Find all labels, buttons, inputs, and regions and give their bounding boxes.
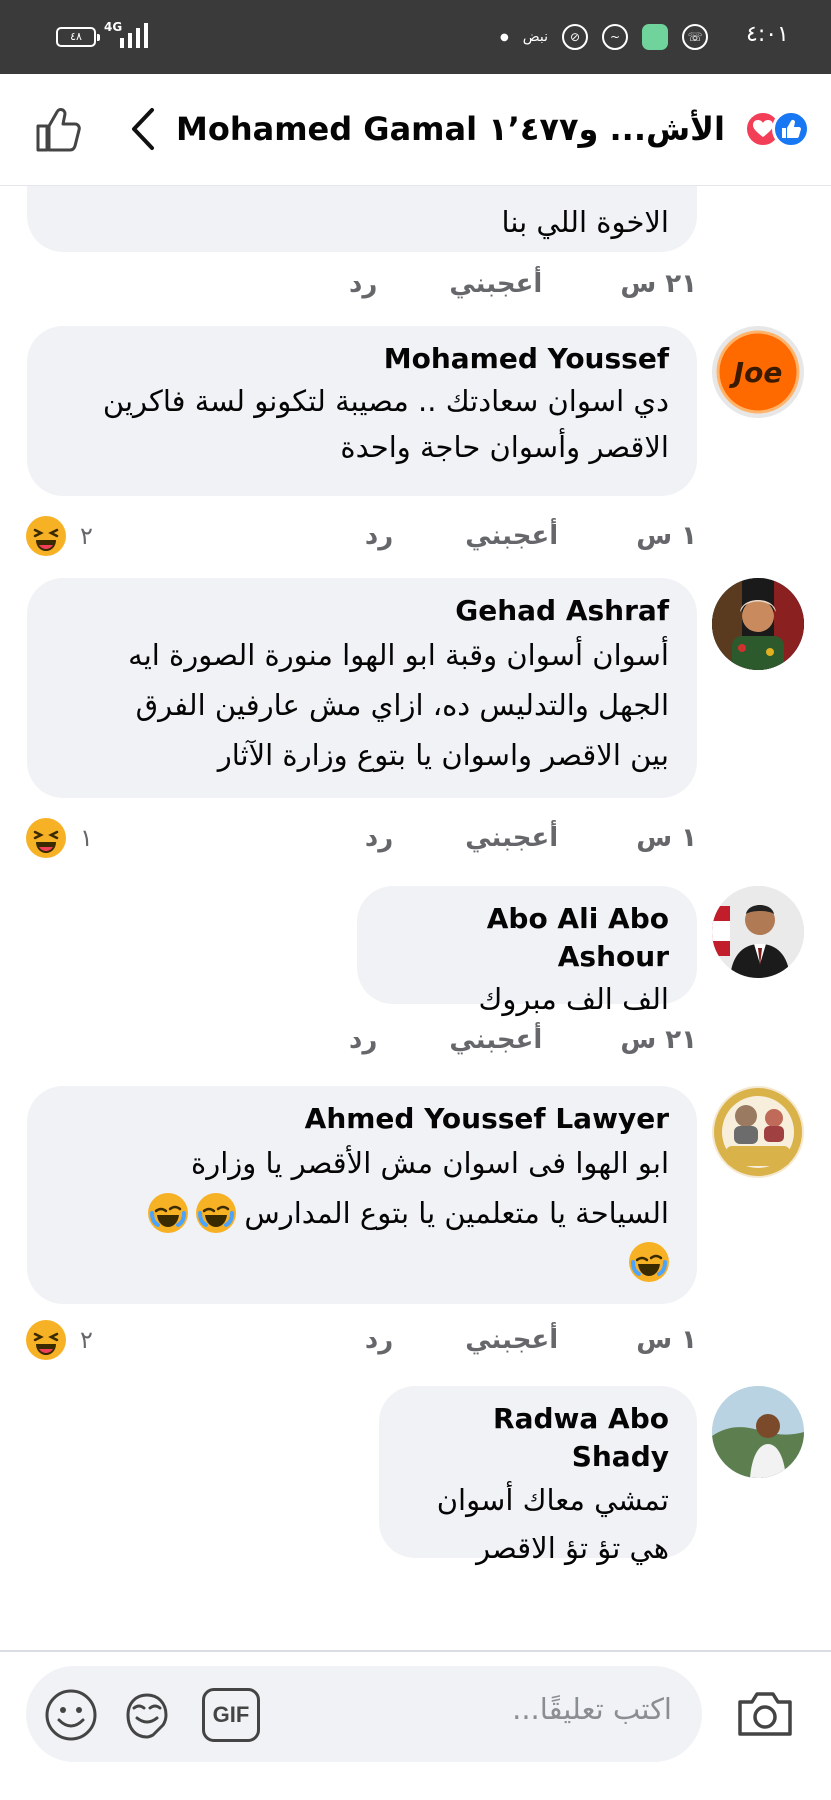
reaction-number: ٢ [80,522,93,550]
comment-author[interactable]: Ahmed Youssef Lawyer [57,1100,669,1138]
like-reaction-icon [772,110,810,148]
rofl-emoji-icon [196,1193,237,1233]
vpn-icon: ⊘ [562,24,589,50]
comment-bubble[interactable]: الاخوة اللي بنا [27,186,697,252]
comment-author[interactable]: Gehad Ashraf [57,592,669,630]
comment-text-line: السياحة يا متعلمين يا بتوع المدارس [244,1196,669,1230]
clock: ٤:٠١ [746,22,789,47]
comment-bubble[interactable]: Mohamed Youssef دي اسوان سعادتك .. مصيبة… [27,326,697,496]
gif-button[interactable]: GIF [202,1688,260,1742]
avatar[interactable] [712,578,804,670]
comment-time: ٢١ س [620,1025,697,1055]
reaction-count[interactable]: ٢ [26,1320,93,1360]
rofl-emoji-icon [629,1242,669,1282]
comment-placeholder: اكتب تعليقًا... [512,1692,672,1726]
avatar[interactable] [712,886,804,978]
comment-composer: GIF اكتب تعليقًا... [0,1650,831,1800]
status-bar: ٤٨ 4G ● نبض ⊘ ~ ☏ ٤:٠١ [0,0,831,74]
camera-icon[interactable] [736,1688,794,1738]
comment-text: الاخوة اللي بنا [501,205,669,239]
haha-reaction-icon [26,516,66,556]
rofl-emoji-icon [148,1193,189,1233]
dot-icon: ● [500,31,509,43]
page-title[interactable]: Mohamed Gamal من الأش... و١٬٤٧٧ [176,108,736,150]
comment-text-line: بين الاقصر واسوان يا بتوع وزارة الآثار [217,738,669,772]
comment-time: ١ س [636,823,697,853]
comment-bubble[interactable]: Gehad Ashraf أسوان أسوان وقبة ابو الهوا … [27,578,697,798]
comment-text-line: هي تؤ تؤ الاقصر [476,1531,669,1565]
comment-time: ٢١ س [620,269,697,299]
reaction-count[interactable]: ١ [26,818,93,858]
like-button[interactable]: أعجبني [449,269,542,299]
comment-bubble[interactable]: Ahmed Youssef Lawyer ابو الهوا فى اسوان … [27,1086,697,1304]
app-icon [642,24,669,50]
reply-button[interactable]: رد [365,521,393,551]
comment-bubble[interactable]: Radwa Abo Shady تمشي معاك أسوان هي تؤ تؤ… [379,1386,697,1565]
comment-actions: ٢١ س أعجبني رد [349,1020,697,1060]
comment-list: الاخوة اللي بنا ٢١ س أعجبني رد Joe Moham… [0,186,831,1650]
comment-time: ١ س [636,1325,697,1355]
like-button[interactable]: أعجبني [465,823,558,853]
comment-author[interactable]: Radwa Abo Shady [409,1400,669,1476]
like-button[interactable]: أعجبني [449,1025,542,1055]
like-button[interactable]: أعجبني [465,521,558,551]
avatar[interactable] [712,1086,804,1178]
comment-line-with-emoji: السياحة يا متعلمين يا بتوع المدارس [57,1188,669,1238]
whatsapp-icon: ☏ [682,24,709,50]
comment-time: ١ س [636,521,697,551]
comment-actions: ٢١ س أعجبني رد [349,264,697,304]
comment-text-line: الجهل والتدليس ده، ازاي مش عارفين الفرق [135,688,669,722]
emoji-icon[interactable] [44,1688,98,1742]
haha-reaction-icon [26,1320,66,1360]
comment-text-line: الاقصر وأسوان حاجة واحدة [340,430,669,464]
haha-reaction-icon [26,818,66,858]
like-button[interactable]: أعجبني [465,1325,558,1355]
reply-button[interactable]: رد [349,269,377,299]
carrier-text: نبض [522,29,549,45]
comment-actions: ١ س أعجبني رد [365,818,697,858]
comment-input[interactable]: GIF اكتب تعليقًا... [26,1666,702,1762]
comment-actions: ١ س أعجبني رد [365,516,697,556]
comment-text-line: تمشي معاك أسوان [436,1483,669,1517]
comment-bubble[interactable]: Abo Ali Abo Ashour الف الف مبروك [357,886,697,1016]
notification-icons: ● نبض ⊘ ~ ☏ [500,22,709,52]
comment-text-line: دي اسوان سعادتك .. مصيبة لتكونو لسة فاكر… [102,384,669,418]
reaction-count[interactable]: ٢ [26,516,93,556]
reply-button[interactable]: رد [365,1325,393,1355]
comment-author[interactable]: Abo Ali Abo Ashour [387,900,669,976]
avatar[interactable] [712,1386,804,1478]
reaction-number: ١ [80,824,93,852]
comments-sheet: Mohamed Gamal من الأش... و١٬٤٧٧ الاخوة ا… [0,74,831,1800]
header: Mohamed Gamal من الأش... و١٬٤٧٧ [0,74,831,186]
battery-level: ٤٨ [70,30,82,43]
sticker-icon[interactable] [120,1688,174,1742]
comment-actions: ١ س أعجبني رد [365,1320,697,1360]
signal-icon [120,23,148,48]
chevron-left-icon[interactable] [126,106,160,152]
battery-icon: ٤٨ [56,27,100,47]
thumbs-up-icon[interactable] [34,104,84,154]
messenger-icon: ~ [602,24,629,50]
avatar-label: Joe [729,356,783,389]
reaction-summary[interactable] [730,110,810,148]
emoji-line [57,1238,669,1286]
avatar[interactable]: Joe [712,326,804,418]
comment-text-line: الف الف مبروك [478,982,669,1016]
reaction-number: ٢ [80,1326,93,1354]
comment-text-line: ابو الهوا فى اسوان مش الأقصر يا وزارة [191,1146,669,1180]
comment-author[interactable]: Mohamed Youssef [57,340,669,378]
comment-text-line: أسوان أسوان وقبة ابو الهوا منورة الصورة … [128,638,669,672]
reply-button[interactable]: رد [349,1025,377,1055]
reply-button[interactable]: رد [365,823,393,853]
